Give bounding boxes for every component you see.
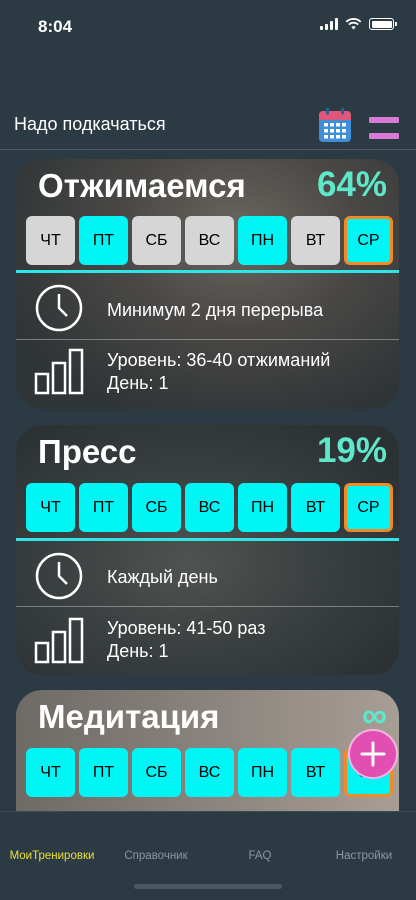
day-tue-button[interactable]: ВТ	[291, 216, 340, 265]
workout-card-pushups[interactable]: Отжимаемся 64% ЧТ ПТ СБ ВС ПН ВТ СР Мини…	[16, 159, 399, 409]
header: Надо подкачаться	[0, 100, 416, 150]
divider	[16, 538, 399, 541]
day-sun-button[interactable]: ВС	[185, 216, 234, 265]
workout-title: Медитация	[38, 698, 220, 735]
rest-info: Минимум 2 дня перерыва	[107, 300, 324, 320]
menu-bar	[369, 117, 399, 123]
divider	[16, 606, 399, 607]
workout-title: Отжимаемся	[38, 167, 246, 204]
workout-list[interactable]: Отжимаемся 64% ЧТ ПТ СБ ВС ПН ВТ СР Мини…	[0, 151, 416, 811]
status-icons	[320, 18, 397, 30]
day-tue-button[interactable]: ВТ	[291, 483, 340, 532]
status-bar: 8:04	[0, 0, 416, 50]
workout-card-abs[interactable]: Пресс 19% ЧТ ПТ СБ ВС ПН ВТ СР Каждый де…	[16, 425, 399, 675]
battery-icon	[369, 18, 397, 30]
day-sat-button[interactable]: СБ	[132, 748, 181, 797]
level-info: Уровень: 36-40 отжиманий	[107, 350, 331, 370]
weekday-row: ЧТ ПТ СБ ВС ПН ВТ СР	[26, 748, 393, 797]
level-info: Уровень: 41-50 раз	[107, 618, 266, 638]
page-title: Надо подкачаться	[14, 114, 166, 134]
weekday-row: ЧТ ПТ СБ ВС ПН ВТ СР	[26, 483, 393, 532]
level-bars-icon	[34, 617, 84, 664]
day-sun-button[interactable]: ВС	[185, 483, 234, 532]
tab-reference[interactable]: Справочник	[104, 850, 208, 862]
day-sun-button[interactable]: ВС	[185, 748, 234, 797]
day-wed-button[interactable]: СР	[344, 216, 393, 265]
day-thu-button[interactable]: ЧТ	[26, 748, 75, 797]
wifi-icon	[345, 18, 362, 30]
add-workout-button[interactable]	[348, 729, 398, 779]
day-mon-button[interactable]: ПН	[238, 748, 287, 797]
tab-my-workouts[interactable]: МоиТренировки	[0, 850, 104, 862]
day-sat-button[interactable]: СБ	[132, 483, 181, 532]
workout-title: Пресс	[38, 433, 137, 470]
home-indicator[interactable]	[134, 884, 282, 889]
day-fri-button[interactable]: ПТ	[79, 216, 128, 265]
menu-bar	[369, 133, 399, 139]
status-time: 8:04	[38, 17, 73, 36]
menu-button[interactable]	[369, 117, 399, 139]
day-sat-button[interactable]: СБ	[132, 216, 181, 265]
rest-info: Каждый день	[107, 567, 218, 587]
cellular-signal-icon	[320, 18, 338, 30]
clock-icon	[35, 284, 83, 332]
divider	[16, 339, 399, 340]
plus-icon	[360, 741, 386, 767]
day-wed-button[interactable]: СР	[344, 483, 393, 532]
calendar-icon	[319, 107, 351, 142]
day-fri-button[interactable]: ПТ	[79, 748, 128, 797]
clock-icon	[35, 552, 83, 600]
day-mon-button[interactable]: ПН	[238, 483, 287, 532]
progress-percent: 19%	[316, 431, 387, 470]
day-info: День: 1	[107, 641, 169, 661]
level-bars-icon	[34, 348, 84, 395]
day-thu-button[interactable]: ЧТ	[26, 216, 75, 265]
divider	[16, 270, 399, 273]
day-info: День: 1	[107, 373, 169, 393]
tab-settings[interactable]: Настройки	[312, 850, 416, 862]
day-mon-button[interactable]: ПН	[238, 216, 287, 265]
tab-faq[interactable]: FAQ	[208, 850, 312, 862]
day-tue-button[interactable]: ВТ	[291, 748, 340, 797]
progress-percent: 64%	[316, 165, 387, 204]
workout-card-meditation[interactable]: Медитация ∞ ЧТ ПТ СБ ВС ПН ВТ СР	[16, 690, 399, 811]
calendar-button[interactable]	[318, 107, 352, 143]
weekday-row: ЧТ ПТ СБ ВС ПН ВТ СР	[26, 216, 393, 265]
day-thu-button[interactable]: ЧТ	[26, 483, 75, 532]
day-fri-button[interactable]: ПТ	[79, 483, 128, 532]
